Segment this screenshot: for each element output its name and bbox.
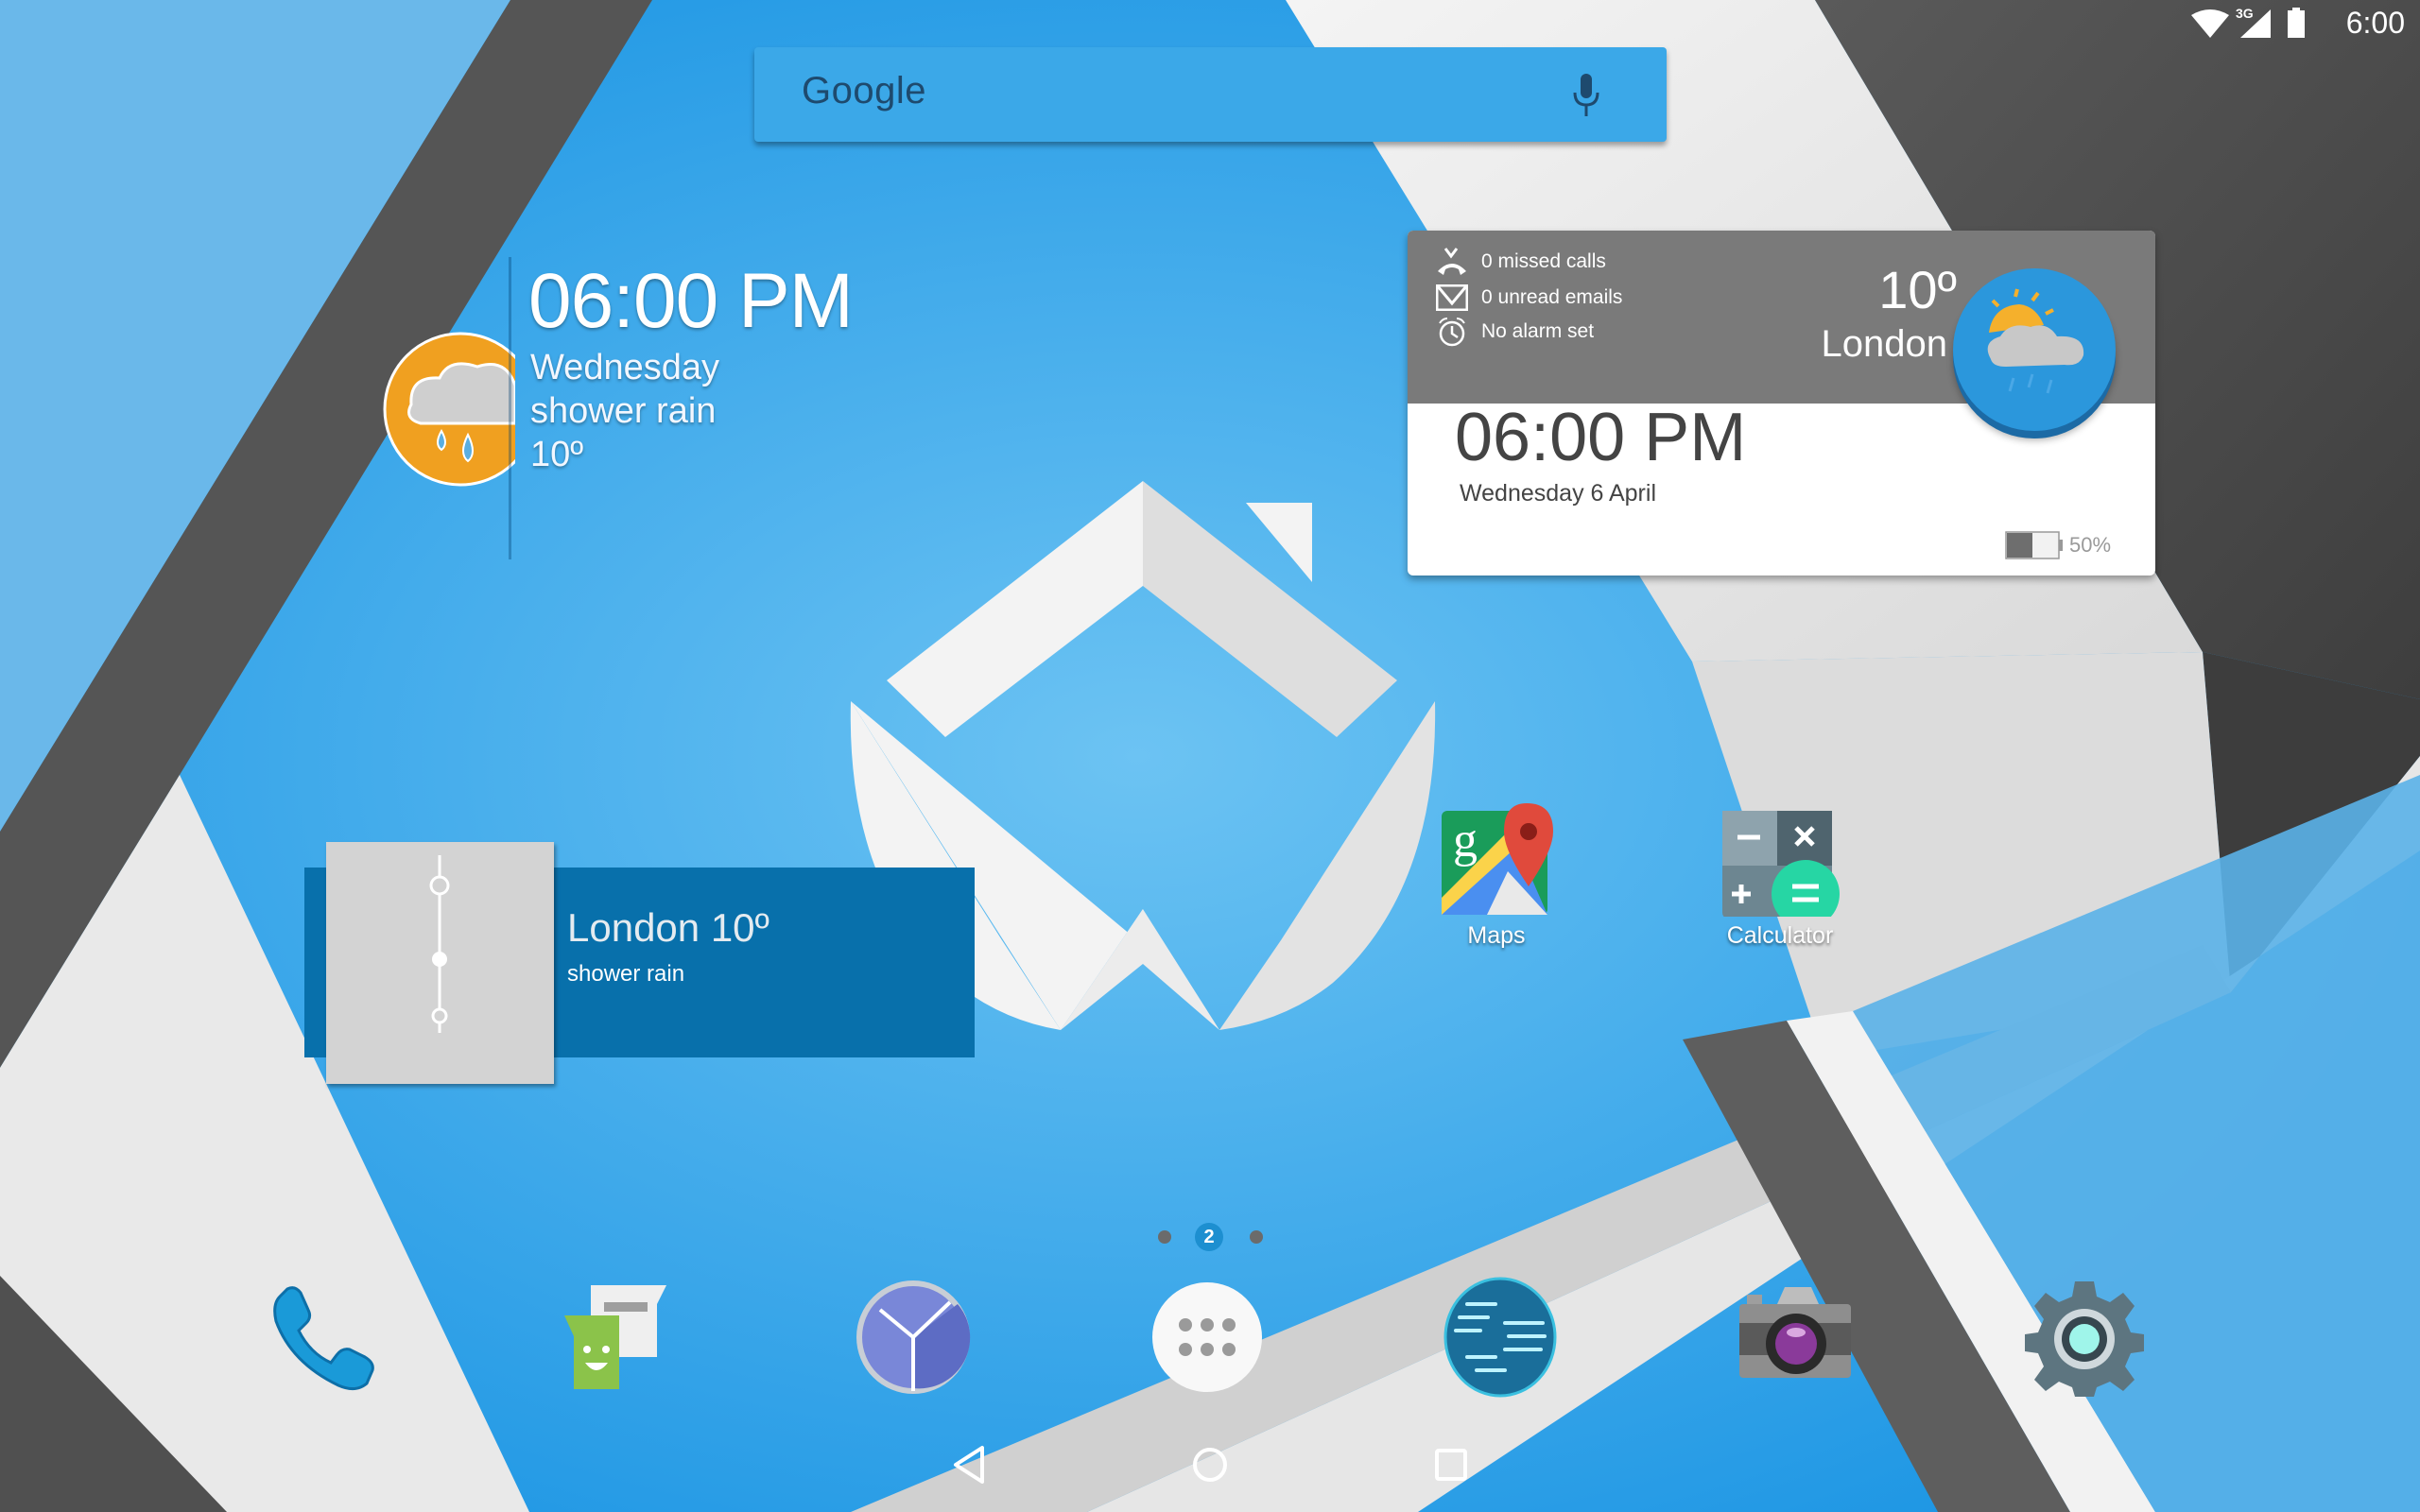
dock-camera[interactable] <box>1732 1276 1855 1399</box>
rain-cloud-icon[interactable] <box>383 329 538 494</box>
battery-level-icon <box>2005 531 2063 559</box>
missed-call-icon <box>1438 248 1466 275</box>
settings-gear-icon <box>2025 1281 2144 1397</box>
widget-temperature: 10º <box>1878 260 1957 319</box>
page-dot-1[interactable] <box>1158 1230 1171 1244</box>
page-dot-current[interactable]: 2 <box>1195 1223 1223 1251</box>
app-drawer-icon <box>1152 1282 1262 1392</box>
mic-icon[interactable] <box>1572 74 1600 117</box>
dock-browser[interactable] <box>1439 1276 1562 1399</box>
widget-condition: shower rain <box>530 391 717 431</box>
google-logo: Google <box>802 70 926 112</box>
app-label-maps: Maps <box>1467 922 1526 949</box>
dock-clock[interactable] <box>852 1276 975 1399</box>
email-icon <box>1436 284 1468 311</box>
app-calculator[interactable]: Calculator <box>1704 803 1856 950</box>
info-clock-widget[interactable]: 0 missed calls 0 unread emails No alarm … <box>1408 231 2155 576</box>
weather-timeline-graphic <box>326 842 554 1084</box>
dock-settings[interactable] <box>2023 1276 2146 1399</box>
widget-clock-time: 06:00 PM <box>1455 400 1747 475</box>
app-maps[interactable]: g Maps <box>1421 803 1572 950</box>
battery-fill <box>2007 533 2032 558</box>
widget-date: Wednesday 6 April <box>1460 480 1656 507</box>
home-button[interactable] <box>1191 1446 1229 1484</box>
status-time: 6:00 <box>2345 6 2405 40</box>
clock-weather-widget[interactable]: 06:00 PM Wednesday shower rain 10º <box>509 257 908 559</box>
dock-messaging[interactable] <box>553 1276 676 1399</box>
clock-icon <box>856 1280 971 1394</box>
battery-percent: 50% <box>2069 533 2112 557</box>
svg-text:g: g <box>1453 814 1478 868</box>
dock-phone[interactable] <box>263 1276 386 1399</box>
phone-icon <box>273 1286 374 1390</box>
widget-city: London <box>1821 323 1947 365</box>
alarm-clock-icon <box>1439 318 1465 347</box>
messaging-icon <box>564 1285 666 1389</box>
unread-emails-row: 0 unread emails <box>1436 282 1622 314</box>
battery-icon <box>2288 8 2305 38</box>
london-widget-condition: shower rain <box>567 961 685 987</box>
alarm-row: No alarm set <box>1436 316 1594 348</box>
widget-time: 06:00 PM <box>528 258 854 344</box>
partly-cloudy-rain-icon[interactable] <box>1953 268 2116 431</box>
back-button[interactable] <box>950 1444 988 1486</box>
app-label-calculator: Calculator <box>1726 922 1834 949</box>
camera-icon <box>1739 1287 1851 1378</box>
widget-day: Wednesday <box>530 348 719 387</box>
maps-icon: g <box>1442 803 1553 915</box>
alarm-text: No alarm set <box>1481 320 1595 342</box>
recents-button[interactable] <box>1434 1448 1468 1482</box>
calculator-icon <box>1722 811 1840 917</box>
cell-signal-icon <box>2240 9 2271 38</box>
app-drawer-button[interactable] <box>1146 1276 1269 1399</box>
widget-temperature: 10º <box>530 435 584 474</box>
missed-calls-text: 0 missed calls <box>1481 250 1606 272</box>
missed-calls-row: 0 missed calls <box>1436 246 1606 278</box>
wifi-icon <box>2191 9 2229 38</box>
page-dot-3[interactable] <box>1250 1230 1263 1244</box>
unread-emails-text: 0 unread emails <box>1481 286 1623 308</box>
london-widget-title: London 10º <box>567 905 769 950</box>
globe-icon <box>1443 1277 1557 1398</box>
google-search-bar[interactable]: Google <box>754 47 1667 142</box>
status-bar: 3G 6:00 <box>2136 0 2420 47</box>
battery-indicator: 50% <box>2005 531 2111 559</box>
